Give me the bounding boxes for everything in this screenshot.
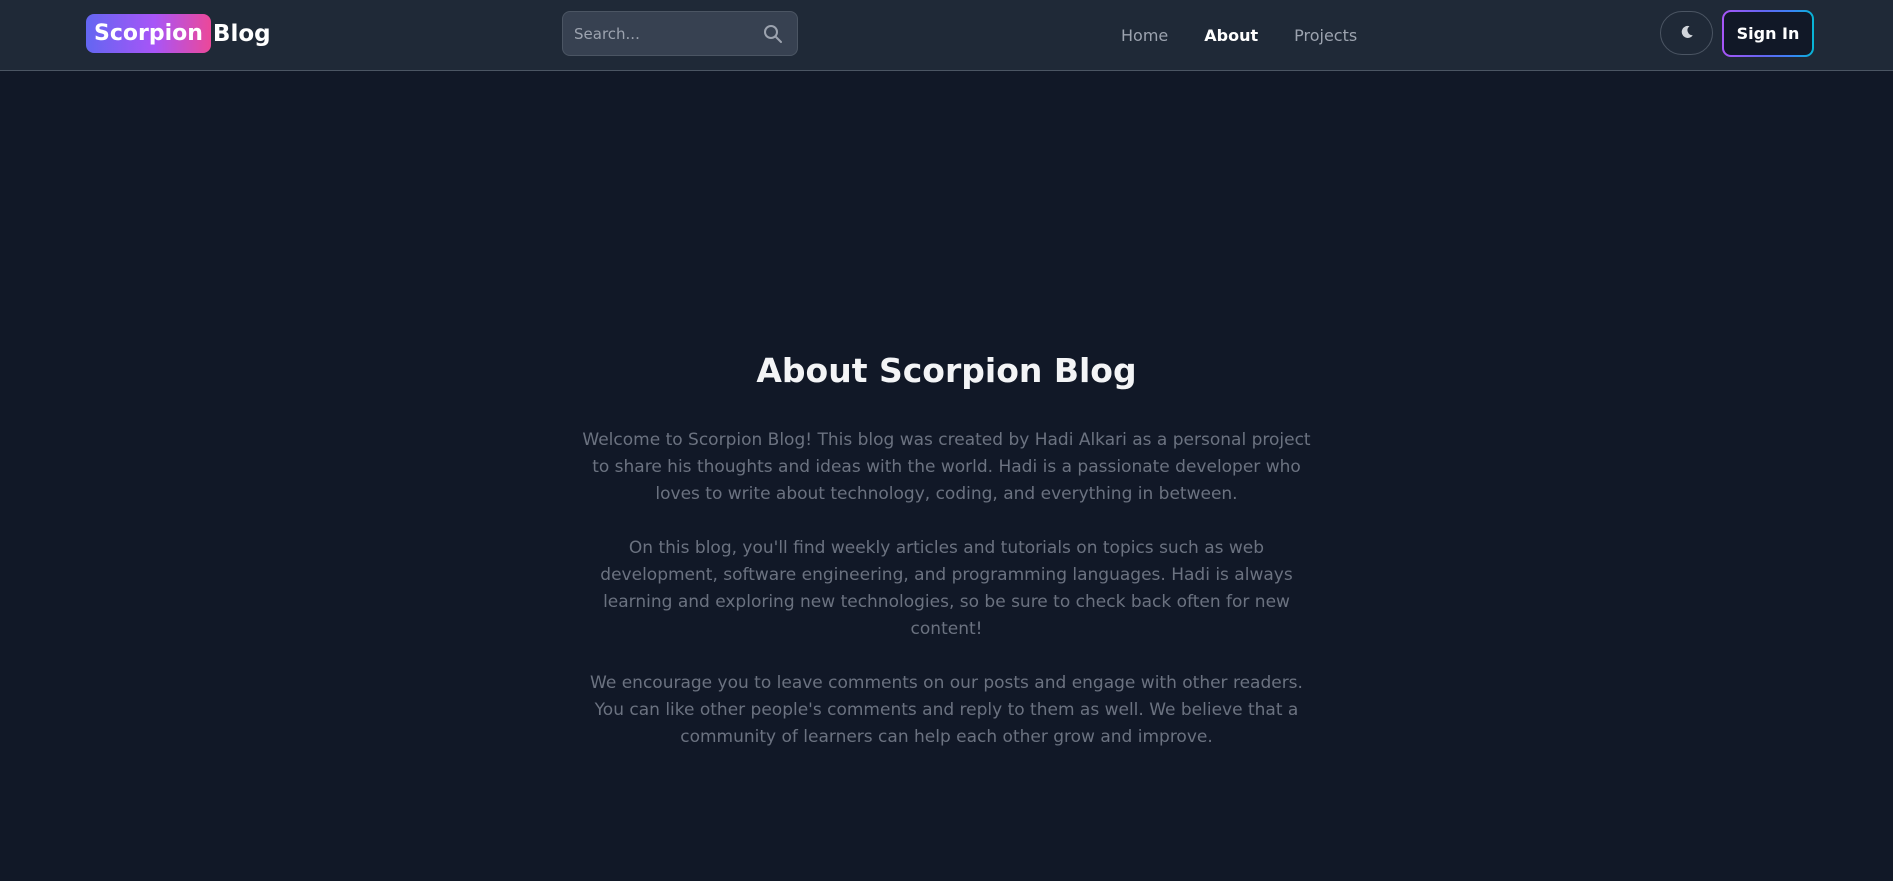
- about-section: About Scorpion Blog Welcome to Scorpion …: [0, 343, 1893, 778]
- logo-link[interactable]: Scorpion Blog: [86, 14, 271, 53]
- about-paragraph: On this blog, you'll find weekly article…: [600, 538, 1293, 639]
- nav-home[interactable]: Home: [1121, 26, 1168, 45]
- page-title: About Scorpion Blog: [756, 351, 1137, 390]
- about-paragraph: Welcome to Scorpion Blog! This blog was …: [582, 430, 1311, 504]
- theme-toggle-button[interactable]: [1660, 11, 1713, 55]
- sign-in-button[interactable]: Sign In: [1722, 10, 1814, 57]
- navbar: Scorpion Blog Home About Projects Sign I…: [0, 0, 1893, 71]
- nav-projects[interactable]: Projects: [1294, 26, 1357, 45]
- main-nav: Home About Projects: [1121, 0, 1393, 71]
- moon-icon: [1680, 24, 1694, 43]
- search-box: [562, 11, 798, 56]
- search-icon[interactable]: [763, 24, 783, 44]
- about-paragraph: We encourage you to leave comments on ou…: [590, 673, 1303, 747]
- search-input[interactable]: [563, 12, 753, 55]
- sign-in-label: Sign In: [1724, 12, 1812, 55]
- nav-about[interactable]: About: [1204, 26, 1258, 45]
- logo-word: Blog: [212, 20, 271, 47]
- logo-badge: Scorpion: [86, 14, 211, 53]
